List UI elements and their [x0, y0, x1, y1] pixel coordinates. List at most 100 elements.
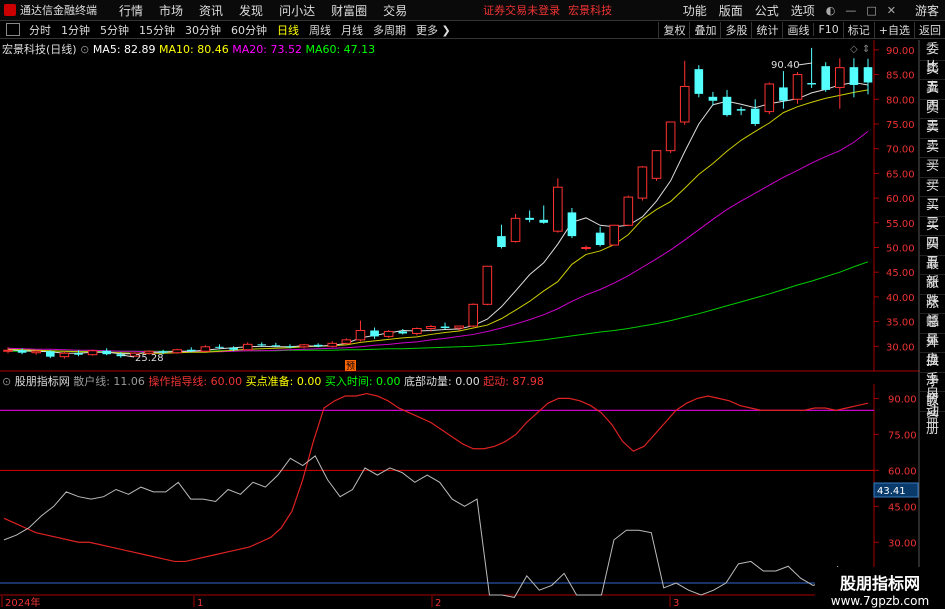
candle-body — [172, 349, 182, 354]
candle-body — [31, 350, 41, 354]
sidebar-item-zhangfu[interactable]: 涨幅 — [920, 295, 945, 329]
date-tick-label: 2024年 — [5, 596, 40, 609]
candle-body — [750, 108, 760, 124]
candle-body — [510, 217, 521, 243]
candle-body — [355, 329, 366, 341]
candle-body — [87, 350, 98, 356]
candle-body — [482, 265, 493, 305]
candle-body — [341, 339, 352, 344]
ma10-line — [7, 89, 869, 354]
price-tick-label: 55.00 — [886, 219, 915, 230]
candle-body — [665, 121, 676, 152]
candle-body — [74, 353, 83, 355]
candle-body — [383, 330, 394, 337]
price-tick-label: 70.00 — [886, 145, 915, 156]
sidebar-item-maiwu[interactable]: 卖五 — [920, 61, 945, 95]
sanhu-line — [3, 455, 839, 598]
candle-body — [102, 350, 111, 355]
candle-body — [863, 67, 873, 83]
watermark-url: www.7gpzb.com — [830, 594, 930, 608]
sidebar-item-waipan[interactable]: 外盘 — [920, 334, 945, 368]
candle-body — [59, 352, 70, 358]
forecast-label: 预 — [346, 361, 355, 372]
sidebar-item-zhuce[interactable]: 注册 — [920, 403, 945, 437]
candle-body — [468, 303, 479, 327]
candle-body — [764, 83, 775, 113]
candle-body — [849, 67, 859, 85]
date-tick-label: 2 — [435, 598, 441, 609]
price-tick-label: 85.00 — [886, 71, 915, 82]
candle-body — [779, 87, 788, 101]
sidebar-item-weibi[interactable]: 委比 — [920, 41, 945, 75]
sidebar-item-buyyi[interactable]: 买一 — [920, 158, 945, 192]
quote-sidebar-lower: 自动 注册 — [920, 385, 945, 437]
scroll-icon[interactable]: ⇕ — [862, 44, 870, 55]
candle-body — [581, 246, 591, 249]
diamond-icon[interactable]: ◇ — [850, 44, 858, 55]
ma20-line — [7, 130, 869, 353]
candle-body — [637, 166, 648, 199]
candle-body — [3, 349, 13, 352]
candle-body — [722, 96, 732, 116]
candle-body — [807, 82, 816, 85]
candle-body — [215, 346, 224, 348]
watermark: 股朋指标网 www.7gpzb.com — [815, 567, 945, 609]
candle-body — [229, 347, 238, 350]
sidebar-item-zhangdie[interactable]: 涨跌 — [920, 275, 945, 309]
indicator-tick-label: 75.00 — [888, 430, 917, 441]
indicator-tick-label: 45.00 — [888, 502, 917, 513]
candle-body — [200, 346, 211, 352]
candle-body — [285, 346, 295, 348]
candle-body — [595, 232, 605, 246]
candle-body — [525, 217, 534, 220]
candle-body — [835, 67, 845, 88]
candle-body — [497, 236, 506, 247]
sidebar-item-maisan[interactable]: 卖三 — [920, 100, 945, 134]
sidebar-item-zuixin[interactable]: 最新 — [920, 256, 945, 290]
candle-body — [398, 331, 408, 334]
sidebar-item-maiyi[interactable]: 卖一 — [920, 139, 945, 173]
sidebar-item-zongliang[interactable]: 总量 — [920, 314, 945, 348]
quote-sidebar: 委比 卖五 卖四 卖三 卖二 卖一 买一 买二 买三 买四 买五 最新 涨跌 涨… — [920, 41, 945, 426]
sidebar-item-buyer[interactable]: 买二 — [920, 178, 945, 212]
ma60-line — [8, 261, 869, 352]
sidebar-item-buywu[interactable]: 买五 — [920, 236, 945, 270]
candle-body — [679, 85, 690, 123]
sidebar-item-buysan[interactable]: 买三 — [920, 197, 945, 231]
high-price-label: 90.40 — [771, 60, 800, 71]
date-tick-label: 1 — [197, 598, 203, 609]
price-tick-label: 80.00 — [886, 95, 915, 106]
candle-body — [609, 224, 620, 246]
sidebar-item-buysi[interactable]: 买四 — [920, 217, 945, 251]
candle-body — [412, 328, 422, 334]
candle-body — [426, 326, 436, 330]
sidebar-item-huanshou[interactable]: 换手 — [920, 353, 945, 387]
ma5-line — [7, 81, 869, 355]
candle-body — [17, 350, 27, 353]
candle-body — [539, 219, 549, 223]
candle-body — [821, 66, 831, 90]
candle-body — [313, 344, 323, 347]
candle-body — [792, 74, 803, 100]
candle-body — [623, 196, 634, 226]
sidebar-item-maisi[interactable]: 卖四 — [920, 80, 945, 114]
indicator-current-value: 43.41 — [877, 486, 906, 497]
candle-body — [271, 345, 281, 347]
candle-body — [736, 109, 746, 111]
sidebar-item-zidong[interactable]: 自动 — [920, 385, 945, 419]
candle-body — [553, 186, 563, 232]
price-tick-label: 35.00 — [886, 318, 915, 329]
chart-canvas[interactable]: 90.00 85.00 80.00 75.00 70.00 65.00 60.00 55.00… — [0, 0, 945, 609]
price-tick-label: 50.00 — [886, 243, 915, 254]
candle-body — [299, 344, 309, 348]
qidong-line — [3, 392, 869, 563]
indicator-tick-label: 60.00 — [888, 466, 917, 477]
price-tick-label: 45.00 — [886, 268, 915, 279]
price-tick-label: 75.00 — [886, 120, 915, 131]
candle-body — [651, 150, 662, 179]
sidebar-item-maier[interactable]: 卖二 — [920, 119, 945, 153]
candle-body — [694, 69, 704, 94]
candle-body — [370, 330, 379, 337]
low-price-label: 25.28 — [135, 353, 164, 364]
price-tick-label: 40.00 — [886, 293, 915, 304]
